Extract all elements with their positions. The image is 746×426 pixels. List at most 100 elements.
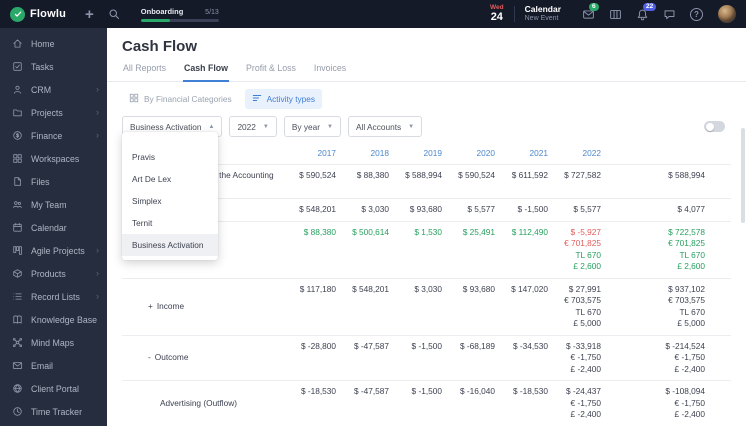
calendar-shortcut[interactable]: Calendar New Event	[525, 4, 561, 23]
onboarding-widget[interactable]: Onboarding 5/13	[140, 7, 219, 22]
sidebar-item-calendar[interactable]: Calendar	[0, 216, 107, 239]
table-row: + Income $ 117,180 $ 548,201 $ 3,030 $ 93,680…	[122, 277, 731, 335]
sidebar-item-label: CRM	[31, 84, 52, 95]
column-header-2018[interactable]: 2018	[340, 143, 393, 164]
user-avatar[interactable]	[718, 5, 736, 23]
value-cell: $ 88,380	[356, 170, 389, 180]
sidebar-item-email[interactable]: Email	[0, 354, 107, 377]
row-label[interactable]: + Income	[122, 296, 287, 318]
column-header-2017[interactable]: 2017	[287, 143, 340, 164]
menu-item-ternit[interactable]: Ternit	[122, 212, 218, 234]
sidebar-item-projects[interactable]: Projects ›	[0, 101, 107, 124]
chat-icon	[664, 9, 675, 19]
sidebar-item-record-lists[interactable]: Record Lists ›	[0, 285, 107, 308]
scrollbar-thumb[interactable]	[741, 128, 745, 223]
tab-all-reports[interactable]: All Reports	[122, 63, 167, 82]
calendar-icon	[12, 222, 23, 233]
value-cell: $ 500,614	[352, 226, 389, 237]
flowlu-logo-icon	[10, 6, 25, 22]
category-dropdown-menu: Pravis Art De Lex Simplex Ternit Business Ac…	[122, 132, 218, 260]
value-cell: $ -1,500	[411, 386, 442, 396]
tab-cash-flow[interactable]: Cash Flow	[183, 63, 230, 82]
view-mode-label: By Financial Categories	[144, 94, 232, 104]
column-header-2021[interactable]: 2021	[499, 143, 552, 164]
thousands-toggle[interactable]	[704, 121, 725, 132]
menu-item-pravis[interactable]: Pravis	[122, 146, 218, 168]
filter-period[interactable]: By year ▼	[283, 116, 341, 137]
by-financial-categories-icon	[129, 93, 139, 105]
sidebar-item-label: Projects	[31, 107, 63, 118]
column-header-2019[interactable]: 2019	[393, 143, 446, 164]
sidebar-item-my-team[interactable]: My Team	[0, 193, 107, 216]
value-cell: $ 5,577	[467, 204, 495, 214]
quick-add-button[interactable]: +	[85, 7, 94, 22]
view-mode-label: Activity types	[266, 94, 316, 104]
kanban-button[interactable]	[609, 8, 622, 21]
toggle-knob	[706, 122, 714, 131]
sidebar-item-label: Finance	[31, 130, 63, 141]
sidebar-item-mind-maps[interactable]: Mind Maps	[0, 331, 107, 354]
sidebar-item-finance[interactable]: Finance ›	[0, 124, 107, 147]
value-cell: $ 25,491	[462, 226, 495, 237]
chevron-right-icon: ›	[96, 84, 99, 94]
date-widget[interactable]: Wed 24	[490, 4, 504, 24]
view-mode-by-financial-categories[interactable]: By Financial Categories	[122, 89, 239, 109]
filter-period-value: By year	[291, 121, 320, 132]
notifications-button[interactable]: 22	[636, 2, 657, 21]
inbox-button[interactable]: 6	[582, 2, 599, 21]
search-icon	[109, 9, 119, 20]
sidebar-item-label: Workspaces	[31, 153, 80, 164]
value-cell: $ -16,040	[459, 386, 495, 396]
topbar: Flowlu + Onboarding 5/13 Wed 24 Calendar…	[0, 0, 746, 28]
help-button[interactable]: ?	[690, 7, 703, 21]
row-label[interactable]: - Outcome	[122, 347, 287, 369]
menu-item-simplex[interactable]: Simplex	[122, 190, 218, 212]
sidebar-item-home[interactable]: Home	[0, 32, 107, 55]
filter-accounts[interactable]: All Accounts ▼	[347, 116, 423, 137]
sidebar-item-label: Knowledge Base	[31, 314, 98, 325]
value-cell: $ -47,587	[353, 340, 389, 351]
tab-profit-loss[interactable]: Profit & Loss	[245, 63, 297, 82]
view-mode-activity-types[interactable]: Activity types	[244, 89, 323, 109]
column-header-2020[interactable]: 2020	[446, 143, 499, 164]
vertical-scrollbar[interactable]	[741, 128, 745, 298]
sidebar-item-knowledge-base[interactable]: Knowledge Base	[0, 308, 107, 331]
thousands-control	[704, 121, 731, 132]
chat-button[interactable]	[663, 8, 676, 21]
sidebar-item-client-portal[interactable]: Client Portal	[0, 377, 107, 400]
filter-year-value: 2022	[237, 121, 256, 132]
row-label-text: Income	[156, 300, 185, 311]
table-row: Advertising (Outflow) $ -18,530 $ -47,587 $…	[122, 380, 731, 426]
sidebar-item-products[interactable]: Products ›	[0, 262, 107, 285]
sidebar-item-workspaces[interactable]: Workspaces	[0, 147, 107, 170]
mail-badge: 6	[589, 2, 599, 11]
value-cell: $ -18,530	[300, 386, 336, 396]
app-logo[interactable]: Flowlu	[10, 6, 66, 22]
value-cell: $ 5,577	[573, 204, 601, 214]
balance-cell: $ -214,524 € -1,750 £ -2,400	[665, 340, 705, 374]
notifications-badge: 22	[643, 2, 657, 11]
row-expander[interactable]: +	[148, 301, 153, 311]
value-cell: $ 590,524	[299, 170, 336, 180]
value-cell: $ 548,201	[352, 283, 389, 294]
column-header-2022[interactable]: 2022	[552, 143, 605, 164]
sidebar-item-time-tracker[interactable]: Time Tracker	[0, 400, 107, 423]
sidebar-item-files[interactable]: Files	[0, 170, 107, 193]
calendar-title: Calendar	[524, 4, 561, 15]
sidebar-item-agile-projects[interactable]: Agile Projects ›	[0, 239, 107, 262]
products-icon	[12, 268, 23, 279]
mind-maps-icon	[12, 337, 23, 348]
row-expander[interactable]: -	[148, 352, 151, 362]
tab-invoices[interactable]: Invoices	[313, 63, 347, 82]
value-cell: $ 117,180	[299, 283, 336, 294]
menu-item-business-activation[interactable]: Business Activation	[122, 234, 218, 256]
search-button[interactable]	[108, 8, 120, 20]
value-cell: $ 27,991 € 703,575 TL 670 £ 5,000	[564, 283, 601, 329]
sidebar-item-crm[interactable]: CRM ›	[0, 78, 107, 101]
filter-year[interactable]: 2022 ▼	[229, 116, 277, 137]
menu-item-art-de-lex[interactable]: Art De Lex	[122, 168, 218, 190]
sidebar-item-tasks[interactable]: Tasks	[0, 55, 107, 78]
client-portal-icon	[12, 383, 23, 394]
value-cell: $ -28,800	[300, 340, 336, 351]
balance-cell: $ 937,102 € 703,575 TL 670 £ 5,000	[668, 283, 705, 329]
